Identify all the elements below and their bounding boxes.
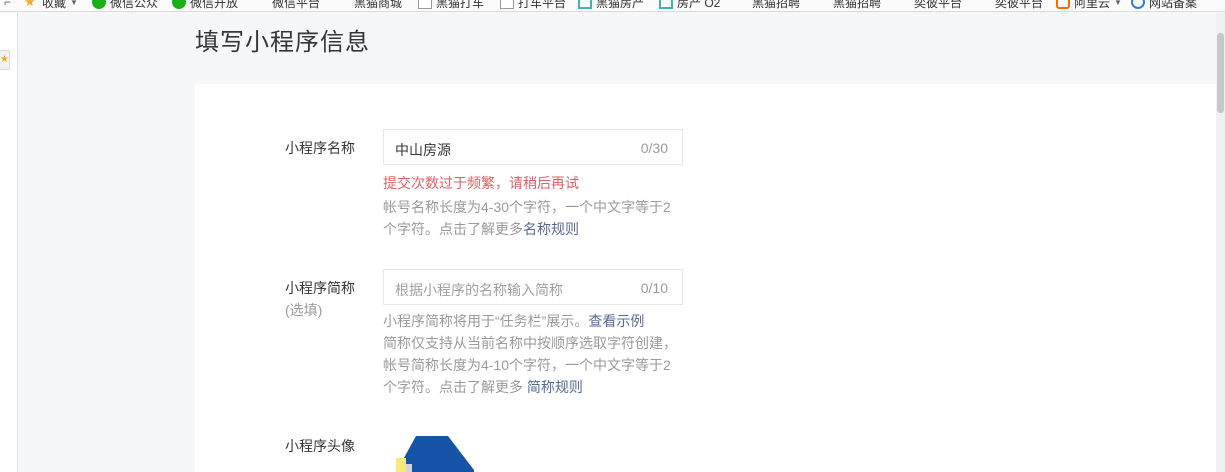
scrollbar-thumb[interactable] xyxy=(1217,33,1224,113)
optional-label: (选填) xyxy=(285,302,323,318)
bookmark-item[interactable]: 房产 O2 xyxy=(659,0,720,10)
bookmark-item[interactable]: 奕彼平台 xyxy=(995,0,1043,10)
house-icon xyxy=(659,0,673,9)
favorites-star-icon[interactable]: ★ xyxy=(0,50,10,70)
short-name-rules-link[interactable]: 简称规则 xyxy=(527,379,583,395)
house-icon xyxy=(578,0,592,9)
page-title: 填写小程序信息 xyxy=(195,29,370,56)
bookmark-item[interactable]: 微信公众 xyxy=(92,0,158,10)
chevron-down-icon: ▼ xyxy=(1114,0,1122,7)
bookmark-favorites[interactable]: ★ 收藏 ▼ xyxy=(24,0,78,10)
wechat-icon xyxy=(92,0,106,9)
page-icon xyxy=(418,0,432,9)
bookmark-item[interactable]: 黑猫招聘 xyxy=(833,0,881,10)
bookmark-aliyun[interactable]: 阿里云 ▼ xyxy=(1056,0,1122,10)
short-name-tip-line: 简称仅支持从当前名称中按顺序选取字符创建， xyxy=(383,335,677,351)
name-char-counter: 0/30 xyxy=(640,140,668,156)
short-name-char-counter: 0/10 xyxy=(640,280,668,296)
bookmark-item[interactable]: 黑猫打车 xyxy=(418,0,484,10)
short-name-input[interactable]: 根据小程序的名称输入简称 0/10 xyxy=(383,269,683,305)
name-error-message: 提交次数过于频繁，请稍后再试 xyxy=(383,175,579,191)
bookmark-item[interactable]: 黑猫招聘 xyxy=(752,0,800,10)
star-icon: ★ xyxy=(24,0,36,9)
bookmarks-bar: ⌐ ★ 收藏 ▼ 微信公众 微信开放 微信平台 黑猫商城 黑猫打车 打车平台 黑猫房… xyxy=(0,0,1225,12)
bookmark-item[interactable]: 微信平台 xyxy=(272,0,320,10)
bookmark-item[interactable]: 网站备案 xyxy=(1131,0,1197,10)
short-name-tip-line: 个字符。点击了解更多 简称规则 xyxy=(383,379,583,395)
bookmark-item[interactable]: 黑猫商城 xyxy=(354,0,402,10)
short-name-tip-line: 帐号简称长度为4-10个字符，一个中文字等于2 xyxy=(383,357,671,373)
aliyun-icon xyxy=(1056,0,1070,9)
bookmark-item[interactable]: 奕彼平台 xyxy=(914,0,962,10)
wechat-icon xyxy=(172,0,186,9)
bookmarks-bar-edge: ⌐ xyxy=(4,0,12,9)
name-tip-line: 帐号名称长度为4-30个字符，一个中文字等于2 xyxy=(383,199,671,215)
name-tip-line: 个字符。点击了解更多名称规则 xyxy=(383,221,579,237)
globe-icon xyxy=(1131,0,1145,9)
short-name-tip-line: 小程序简称将用于“任务栏”展示。查看示例 xyxy=(383,313,645,329)
browser-sidebar: ★ xyxy=(0,13,18,472)
short-name-tip: 小程序简称将用于“任务栏”展示。查看示例 简称仅支持从当前名称中按顺序选取字符创… xyxy=(383,310,683,398)
name-label: 小程序名称 xyxy=(285,140,355,156)
page-icon xyxy=(500,0,514,9)
vertical-scrollbar[interactable] xyxy=(1216,13,1225,472)
name-rules-link[interactable]: 名称规则 xyxy=(523,221,579,237)
avatar-image[interactable] xyxy=(386,436,474,472)
name-tip: 帐号名称长度为4-30个字符，一个中文字等于2 个字符。点击了解更多名称规则 xyxy=(383,196,683,240)
view-example-link[interactable]: 查看示例 xyxy=(588,313,644,329)
avatar-logo-icon xyxy=(396,436,474,472)
name-input-value: 中山房源 xyxy=(395,142,451,158)
bookmark-item[interactable]: 打车平台 xyxy=(500,0,566,10)
chevron-down-icon: ▼ xyxy=(70,0,78,7)
bookmark-item[interactable]: 黑猫房产 xyxy=(578,0,644,10)
short-name-placeholder: 根据小程序的名称输入简称 xyxy=(395,282,563,298)
name-input[interactable]: 中山房源 0/30 xyxy=(383,129,683,165)
avatar-label: 小程序头像 xyxy=(285,438,355,454)
bookmark-item[interactable]: 微信开放 xyxy=(172,0,238,10)
short-name-label: 小程序简称 xyxy=(285,280,355,296)
